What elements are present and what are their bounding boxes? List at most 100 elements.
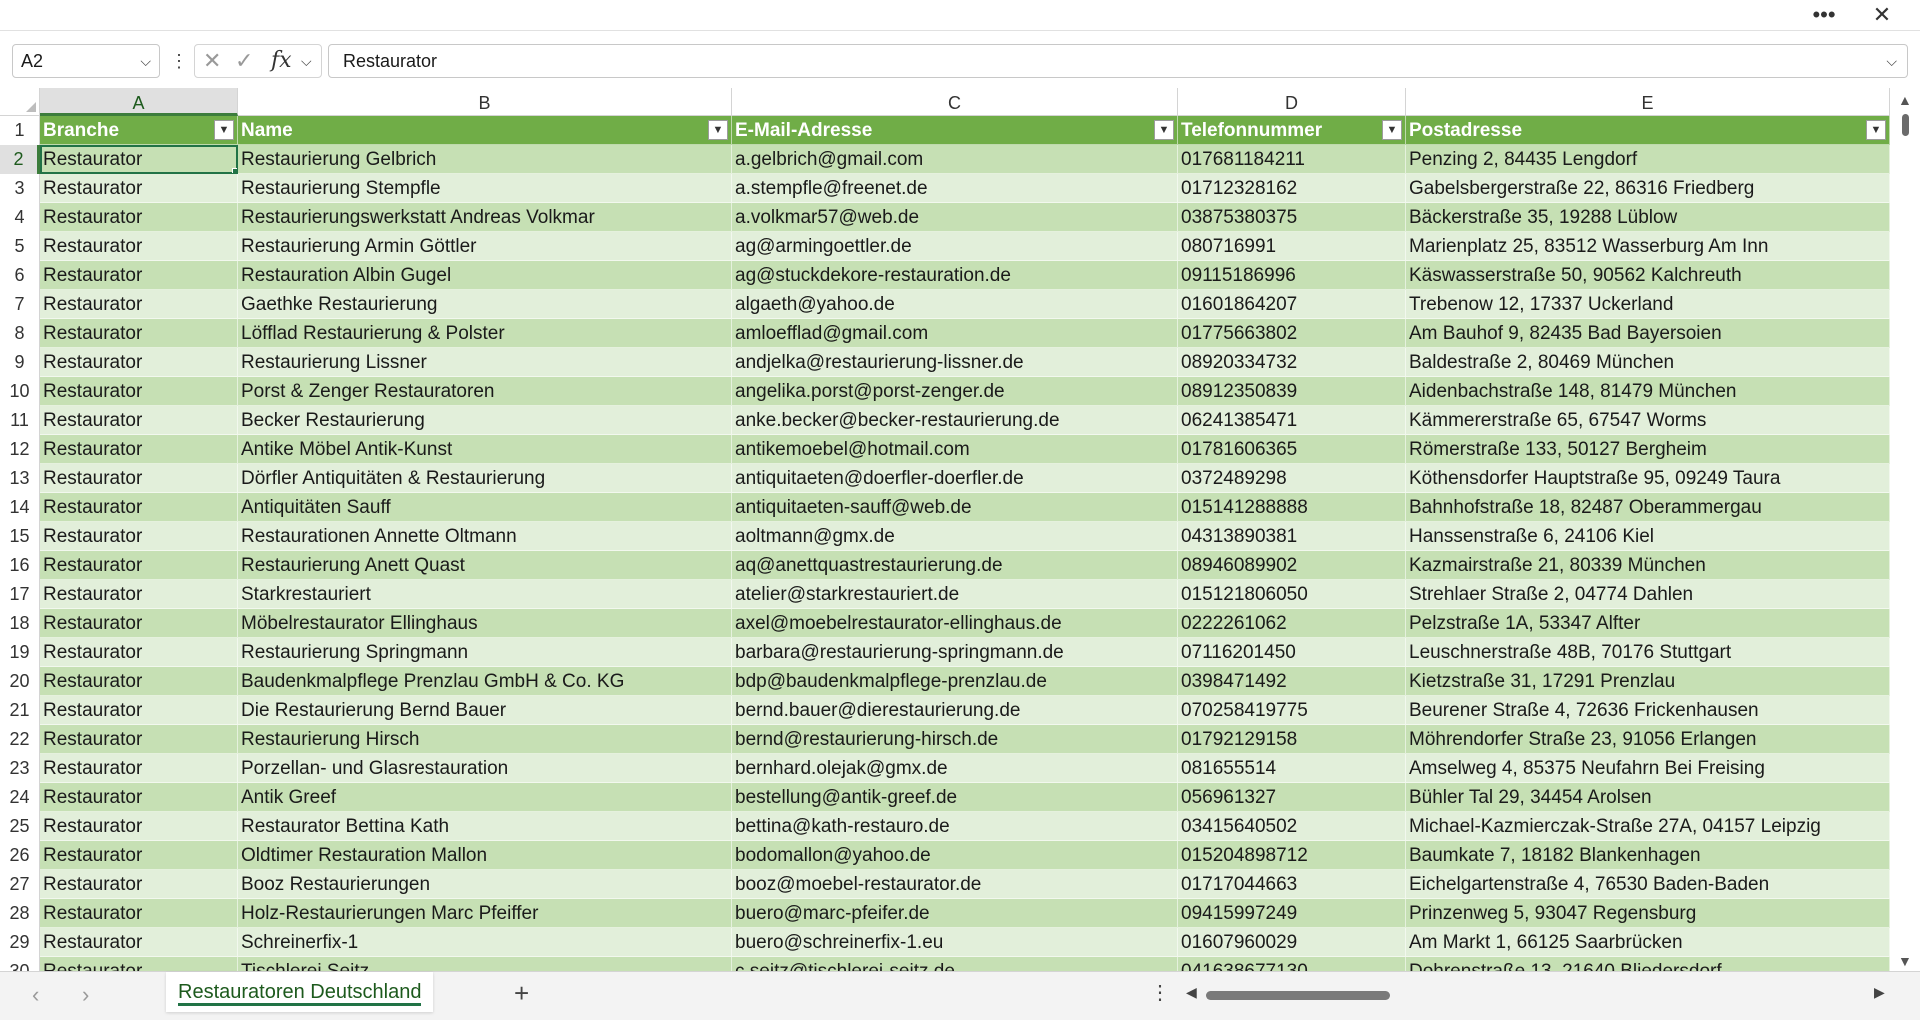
table-cell[interactable]: Starkrestauriert: [238, 580, 732, 609]
table-cell[interactable]: barbara@restaurierung-springmann.de: [732, 638, 1178, 667]
table-cell[interactable]: 080716991: [1178, 232, 1406, 261]
column-header-b[interactable]: B: [238, 88, 732, 116]
table-cell[interactable]: buero@marc-pfeifer.de: [732, 899, 1178, 928]
fx-icon[interactable]: fx: [271, 45, 292, 77]
table-cell[interactable]: angelika.porst@porst-zenger.de: [732, 377, 1178, 406]
table-cell[interactable]: Am Bauhof 9, 82435 Bad Bayersoien: [1406, 319, 1890, 348]
table-cell[interactable]: Leuschnerstraße 48B, 70176 Stuttgart: [1406, 638, 1890, 667]
table-cell[interactable]: 070258419775: [1178, 696, 1406, 725]
table-cell[interactable]: Kazmairstraße 21, 80339 München: [1406, 551, 1890, 580]
table-cell[interactable]: 08920334732: [1178, 348, 1406, 377]
table-cell[interactable]: bernhard.olejak@gmx.de: [732, 754, 1178, 783]
table-cell[interactable]: Trebenow 12, 17337 Uckerland: [1406, 290, 1890, 319]
cancel-icon[interactable]: ✕: [203, 45, 221, 77]
table-cell[interactable]: Prinzenweg 5, 93047 Regensburg: [1406, 899, 1890, 928]
row-header[interactable]: 16: [0, 551, 40, 580]
table-cell[interactable]: 01781606365: [1178, 435, 1406, 464]
scroll-down-icon[interactable]: ▼: [1898, 953, 1912, 969]
row-header[interactable]: 9: [0, 348, 40, 377]
table-cell[interactable]: Restaurator: [40, 870, 238, 899]
table-cell[interactable]: 081655514: [1178, 754, 1406, 783]
table-cell[interactable]: Restaurator: [40, 841, 238, 870]
table-cell[interactable]: booz@moebel-restaurator.de: [732, 870, 1178, 899]
table-cell[interactable]: bettina@kath-restauro.de: [732, 812, 1178, 841]
table-cell[interactable]: Restaurationen Annette Oltmann: [238, 522, 732, 551]
table-cell[interactable]: Bahnhofstraße 18, 82487 Oberammergau: [1406, 493, 1890, 522]
table-cell[interactable]: Restaurator: [40, 174, 238, 203]
table-cell[interactable]: 01601864207: [1178, 290, 1406, 319]
table-cell[interactable]: Restaurator: [40, 725, 238, 754]
column-header-a[interactable]: A: [40, 88, 238, 116]
table-cell[interactable]: 041638677130: [1178, 957, 1406, 971]
filter-dropdown-icon[interactable]: ▼: [1382, 120, 1402, 140]
table-cell[interactable]: Tischlerei Seitz: [238, 957, 732, 971]
table-cell[interactable]: Strehlaer Straße 2, 04774 Dahlen: [1406, 580, 1890, 609]
table-cell[interactable]: Amselweg 4, 85375 Neufahrn Bei Freising: [1406, 754, 1890, 783]
select-all-corner[interactable]: [0, 88, 40, 116]
table-cell[interactable]: Restaurator: [40, 696, 238, 725]
table-cell[interactable]: Dohrenstraße 13, 21640 Bliedersdorf: [1406, 957, 1890, 971]
table-cell[interactable]: c.seitz@tischlerei-seitz.de: [732, 957, 1178, 971]
row-header[interactable]: 17: [0, 580, 40, 609]
scroll-left-icon[interactable]: ◀: [1186, 984, 1197, 1001]
table-cell[interactable]: 0222261062: [1178, 609, 1406, 638]
table-cell[interactable]: buero@schreinerfix-1.eu: [732, 928, 1178, 957]
table-cell[interactable]: anke.becker@becker-restaurierung.de: [732, 406, 1178, 435]
table-cell[interactable]: atelier@starkrestauriert.de: [732, 580, 1178, 609]
table-cell[interactable]: Restaurator: [40, 203, 238, 232]
table-cell[interactable]: 015204898712: [1178, 841, 1406, 870]
table-cell[interactable]: 056961327: [1178, 783, 1406, 812]
table-cell[interactable]: antikemoebel@hotmail.com: [732, 435, 1178, 464]
table-cell[interactable]: bodomallon@yahoo.de: [732, 841, 1178, 870]
row-header[interactable]: 20: [0, 667, 40, 696]
table-cell[interactable]: 01775663802: [1178, 319, 1406, 348]
row-header[interactable]: 15: [0, 522, 40, 551]
table-cell[interactable]: Restaurator: [40, 290, 238, 319]
table-cell[interactable]: 06241385471: [1178, 406, 1406, 435]
row-header[interactable]: 22: [0, 725, 40, 754]
row-header[interactable]: 26: [0, 841, 40, 870]
table-cell[interactable]: Porst & Zenger Restauratoren: [238, 377, 732, 406]
table-cell[interactable]: bestellung@antik-greef.de: [732, 783, 1178, 812]
row-header[interactable]: 6: [0, 261, 40, 290]
table-cell[interactable]: Beurener Straße 4, 72636 Frickenhausen: [1406, 696, 1890, 725]
table-cell[interactable]: Kietzstraße 31, 17291 Prenzlau: [1406, 667, 1890, 696]
vertical-scrollbar[interactable]: ▲ ▼: [1890, 88, 1920, 971]
table-cell[interactable]: Becker Restaurierung: [238, 406, 732, 435]
row-header[interactable]: 4: [0, 203, 40, 232]
table-cell[interactable]: Köthensdorfer Hauptstraße 95, 09249 Taur…: [1406, 464, 1890, 493]
table-cell[interactable]: Bühler Tal 29, 34454 Arolsen: [1406, 783, 1890, 812]
table-cell[interactable]: Restaurierungswerkstatt Andreas Volkmar: [238, 203, 732, 232]
table-cell[interactable]: antiquitaeten@doerfler-doerfler.de: [732, 464, 1178, 493]
table-cell[interactable]: Römerstraße 133, 50127 Bergheim: [1406, 435, 1890, 464]
table-cell[interactable]: Antike Möbel Antik-Kunst: [238, 435, 732, 464]
table-cell[interactable]: Restaurator: [40, 667, 238, 696]
table-cell[interactable]: 0398471492: [1178, 667, 1406, 696]
table-cell[interactable]: Restaurator: [40, 319, 238, 348]
row-header[interactable]: 21: [0, 696, 40, 725]
table-cell[interactable]: Bäckerstraße 35, 19288 Lüblow: [1406, 203, 1890, 232]
filter-dropdown-icon[interactable]: ▼: [214, 120, 234, 140]
table-cell[interactable]: Möhrendorfer Straße 23, 91056 Erlangen: [1406, 725, 1890, 754]
row-header[interactable]: 30: [0, 957, 40, 971]
table-cell[interactable]: Restauration Albin Gugel: [238, 261, 732, 290]
table-cell[interactable]: Löfflad Restaurierung & Polster: [238, 319, 732, 348]
vertical-scroll-thumb[interactable]: [1902, 114, 1909, 136]
filter-dropdown-icon[interactable]: ▼: [1866, 120, 1886, 140]
column-header-c[interactable]: C: [732, 88, 1178, 116]
table-cell[interactable]: Schreinerfix-1: [238, 928, 732, 957]
table-cell[interactable]: Restaurator: [40, 580, 238, 609]
table-cell[interactable]: 015121806050: [1178, 580, 1406, 609]
table-header-cell[interactable]: Postadresse ▼: [1406, 116, 1890, 145]
table-cell[interactable]: 01792129158: [1178, 725, 1406, 754]
table-cell[interactable]: Restaurator: [40, 812, 238, 841]
table-cell[interactable]: 01712328162: [1178, 174, 1406, 203]
table-cell[interactable]: Am Markt 1, 66125 Saarbrücken: [1406, 928, 1890, 957]
table-cell[interactable]: antiquitaeten-sauff@web.de: [732, 493, 1178, 522]
table-cell[interactable]: 07116201450: [1178, 638, 1406, 667]
table-cell[interactable]: Restaurator Bettina Kath: [238, 812, 732, 841]
row-header[interactable]: 23: [0, 754, 40, 783]
table-cell[interactable]: ag@stuckdekore-restauration.de: [732, 261, 1178, 290]
name-box[interactable]: A2 ⌵: [12, 44, 160, 78]
row-header[interactable]: 28: [0, 899, 40, 928]
